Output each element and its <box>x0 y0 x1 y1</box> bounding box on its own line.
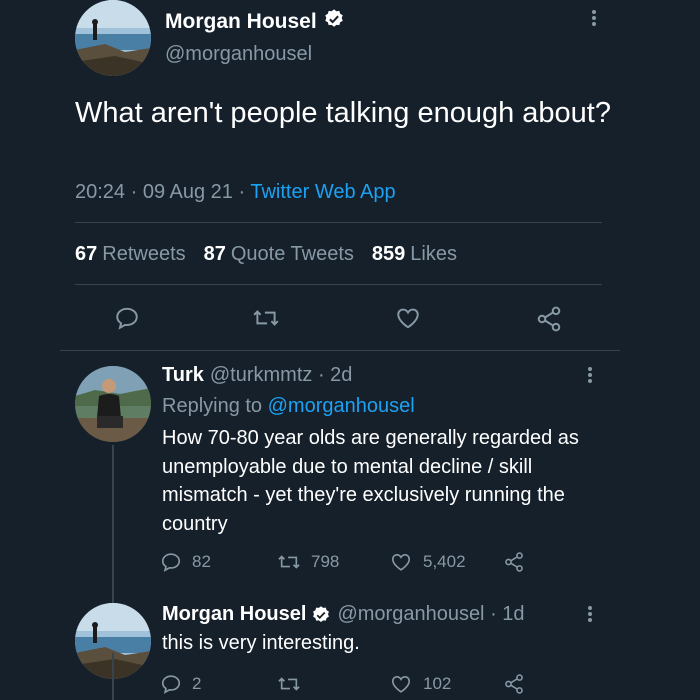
quote-label: Quote Tweets <box>230 243 354 265</box>
reply-button[interactable]: 2 <box>160 673 201 695</box>
like-icon <box>391 676 411 693</box>
tweet-stats: 67 Retweets 87 Quote Tweets 859 Likes <box>75 243 457 266</box>
tweet-text: What aren't people talking enough about? <box>75 97 611 129</box>
verified-badge-icon <box>311 605 331 625</box>
like-button[interactable]: 5,402 <box>389 551 466 573</box>
tweet-date[interactable]: 09 Aug 21 <box>143 181 233 203</box>
share-button[interactable] <box>503 551 525 573</box>
author-handle[interactable]: @morganhousel <box>165 43 312 66</box>
thread-connector <box>112 445 114 603</box>
likes-label: Likes <box>410 243 457 265</box>
share-icon <box>505 552 523 572</box>
retweets-stat[interactable]: 67 Retweets <box>75 243 186 266</box>
tweet-source[interactable]: Twitter Web App <box>250 181 395 203</box>
reply-age[interactable]: 2d <box>330 364 352 386</box>
like-count: 102 <box>423 674 452 693</box>
more-options-icon[interactable] <box>580 365 600 389</box>
author-avatar[interactable] <box>75 0 151 76</box>
like-count: 5,402 <box>423 552 466 571</box>
share-icon <box>537 306 561 332</box>
likes-count: 859 <box>371 243 406 265</box>
likes-stat[interactable]: 859 Likes <box>372 243 457 266</box>
retweet-button[interactable] <box>252 305 280 331</box>
thread-connector <box>112 653 114 700</box>
reply-author-avatar[interactable] <box>75 366 151 442</box>
divider <box>75 222 602 223</box>
reply-author-handle[interactable]: @turkmmtz <box>210 364 313 386</box>
retweets-label: Retweets <box>102 243 186 265</box>
reply2-header: Morgan Housel @morganhousel · 1d <box>162 603 525 626</box>
share-button[interactable] <box>535 305 563 333</box>
retweet-icon <box>278 677 300 691</box>
quote-tweets-stat[interactable]: 87 Quote Tweets <box>204 243 354 266</box>
meta-separator: · <box>238 181 251 203</box>
tweet-meta: 20:24 · 09 Aug 21 · Twitter Web App <box>75 181 396 204</box>
divider <box>75 284 602 285</box>
tweet-time[interactable]: 20:24 <box>75 181 125 203</box>
reply2-author-name[interactable]: Morgan Housel <box>162 603 306 626</box>
quote-count: 87 <box>203 243 226 265</box>
retweets-count: 67 <box>75 243 98 265</box>
reply-count: 2 <box>192 674 202 693</box>
reply-text: How 70-80 year olds are generally regard… <box>162 427 579 535</box>
more-options-icon[interactable] <box>580 604 600 628</box>
retweet-icon <box>253 310 279 326</box>
like-button[interactable]: 102 <box>389 673 451 695</box>
reply-button[interactable] <box>114 305 140 331</box>
reply-button[interactable]: 82 <box>160 551 211 573</box>
meta-separator: · <box>130 181 143 203</box>
reply-icon <box>116 307 138 330</box>
tweet-detail-page: Morgan Housel @morganhousel What aren't … <box>0 0 700 700</box>
reply-header: Turk @turkmmtz · 2d <box>162 364 352 387</box>
replying-to: Replying to @morganhousel <box>162 395 415 418</box>
divider <box>60 350 620 351</box>
share-icon <box>505 674 523 694</box>
reply2-author-handle[interactable]: @morganhousel <box>337 603 484 626</box>
replying-prefix: Replying to <box>162 395 263 417</box>
reply-author-name[interactable]: Turk <box>162 364 204 386</box>
like-button[interactable] <box>394 305 422 331</box>
retweet-button[interactable] <box>277 673 301 695</box>
replying-mention[interactable]: @morganhousel <box>268 395 415 417</box>
retweet-count: 798 <box>311 552 340 571</box>
like-icon <box>397 308 419 329</box>
meta-separator: · <box>312 364 331 386</box>
author-name[interactable]: Morgan Housel <box>165 8 345 36</box>
reply-count: 82 <box>192 552 211 571</box>
reply-icon <box>161 675 181 694</box>
retweet-button[interactable]: 798 <box>277 551 339 573</box>
retweet-icon <box>278 555 300 569</box>
more-options-icon[interactable] <box>584 8 604 32</box>
meta-separator: · <box>484 603 503 625</box>
reply-icon <box>161 553 181 572</box>
share-button[interactable] <box>503 673 525 695</box>
reply2-age[interactable]: 1d <box>502 603 524 626</box>
author-name-text[interactable]: Morgan Housel <box>165 10 317 34</box>
like-icon <box>391 554 411 571</box>
verified-badge-icon <box>323 8 345 36</box>
reply2-text: this is very interesting. <box>162 632 360 654</box>
